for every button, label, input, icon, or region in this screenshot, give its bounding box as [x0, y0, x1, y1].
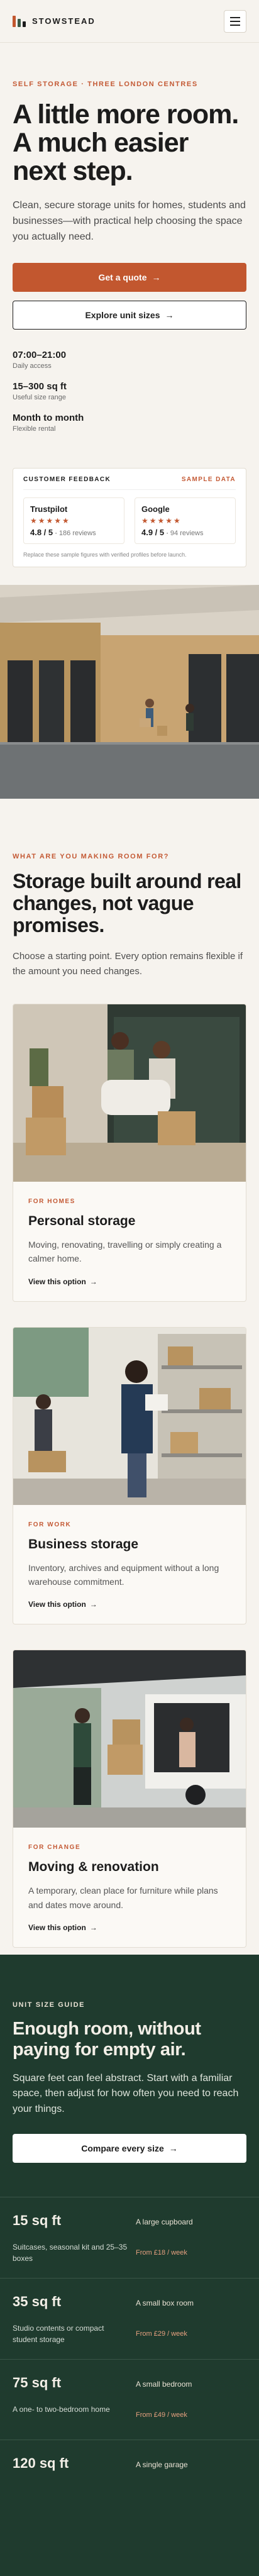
sizes-title: Enough room, without paying for empty ai…	[13, 2019, 201, 2060]
feedback-note: Replace these sample figures with verifi…	[23, 551, 187, 558]
size-description: Studio contents or compact student stora…	[13, 2324, 104, 2345]
view-option-link[interactable]: View this option →	[28, 1923, 231, 1932]
size-price: From £18 / week	[136, 2249, 187, 2257]
personal-storage-card[interactable]: FOR HOMES Personal storage Moving, renov…	[13, 1003, 246, 1302]
card-text: Inventory, archives and equipment withou…	[28, 1562, 219, 1587]
feedback-card: CUSTOMER FEEDBACK SAMPLE DATA Trustpilot…	[13, 467, 246, 567]
size-row-35[interactable]: 35 sq ft Studio contents or compact stud…	[0, 2278, 259, 2359]
size-row-15[interactable]: 15 sq ft Suitcases, seasonal kit and 25–…	[0, 2197, 259, 2278]
feedback-title: CUSTOMER FEEDBACK	[23, 475, 111, 483]
arrow-right-icon: →	[89, 1600, 97, 1609]
stat-access: 07:00–21:00 Daily access	[13, 350, 246, 370]
hero-title: A little more room. A much easier next s…	[13, 99, 239, 187]
arrow-right-icon: →	[89, 1277, 97, 1286]
hero-eyebrow: SELF STORAGE · THREE LONDON CENTRES	[13, 80, 198, 88]
rating-score: 4.8 / 5	[30, 527, 53, 537]
arrow-right-icon: →	[165, 309, 174, 320]
business-storage-card[interactable]: FOR WORK Business storage Inventory, arc…	[13, 1326, 246, 1625]
size-value: 75 sq ft	[13, 2375, 62, 2391]
arrow-right-icon: →	[152, 272, 161, 282]
review-count: 186 reviews	[58, 529, 96, 537]
stat-size-range: 15–300 sq ft Useful size range	[13, 381, 246, 401]
size-description: Suitcases, seasonal kit and 25–35 boxes	[13, 2243, 128, 2263]
size-comparison: A single garage	[136, 2460, 188, 2470]
storage-facility-photo	[0, 584, 259, 799]
card-eyebrow: FOR WORK	[28, 1521, 72, 1528]
hero: SELF STORAGE · THREE LONDON CENTRES A li…	[0, 43, 259, 459]
review-count: 94 reviews	[170, 529, 204, 537]
sizes-eyebrow: UNIT SIZE GUIDE	[13, 2001, 85, 2009]
feedback-sources: Trustpilot ★★★★★ 4.8 / 5 · 186 reviews G…	[23, 497, 236, 544]
card-title: Business storage	[28, 1536, 139, 1552]
size-list: 15 sq ft Suitcases, seasonal kit and 25–…	[0, 2197, 259, 2520]
site-header: STOWSTEAD	[0, 0, 259, 43]
size-row-120[interactable]: 120 sq ft A single garage	[0, 2440, 259, 2520]
feedback-header: CUSTOMER FEEDBACK SAMPLE DATA	[23, 476, 236, 490]
size-price: From £49 / week	[136, 2411, 187, 2419]
needs-title: Storage built around real changes, not v…	[13, 869, 241, 937]
personal-storage-photo	[13, 1004, 246, 1182]
view-option-link[interactable]: View this option →	[28, 1600, 231, 1609]
size-row-75[interactable]: 75 sq ft A one- to two-bedroom home A sm…	[0, 2359, 259, 2440]
stat-value: 15–300 sq ft	[13, 380, 67, 392]
explore-sizes-button[interactable]: Explore unit sizes →	[13, 300, 246, 330]
card-text: Moving, renovating, travelling or simply…	[28, 1239, 222, 1264]
moving-renovation-photo	[13, 1650, 246, 1828]
hero-stats: 07:00–21:00 Daily access 15–300 sq ft Us…	[13, 350, 246, 433]
size-comparison: A small bedroom	[136, 2380, 192, 2389]
size-comparison: A small box room	[136, 2299, 194, 2308]
star-rating-icon: ★★★★★	[141, 516, 182, 525]
get-quote-button[interactable]: Get a quote →	[13, 262, 246, 292]
stat-label: Flexible rental	[13, 425, 56, 433]
star-rating-icon: ★★★★★	[30, 516, 70, 525]
trustpilot-rating[interactable]: Trustpilot ★★★★★ 4.8 / 5 · 186 reviews	[23, 497, 124, 544]
unit-size-guide-section: UNIT SIZE GUIDE Enough room, without pay…	[0, 1955, 259, 2576]
size-value: 120 sq ft	[13, 2455, 69, 2472]
card-eyebrow: FOR CHANGE	[28, 1844, 81, 1852]
size-price: From £29 / week	[136, 2330, 187, 2338]
sample-data-badge: SAMPLE DATA	[181, 475, 236, 483]
card-title: Moving & renovation	[28, 1860, 159, 1875]
arrow-right-icon: →	[168, 2143, 178, 2154]
storage-needs-section: WHAT ARE YOU MAKING ROOM FOR? Storage bu…	[0, 799, 259, 1973]
arrow-right-icon: →	[89, 1923, 97, 1933]
size-description: A one- to two-bedroom home	[13, 2405, 110, 2414]
moving-renovation-card[interactable]: FOR CHANGE Moving & renovation A tempora…	[13, 1650, 246, 1948]
sizes-subtitle: Square feet can feel abstract. Start wit…	[13, 2072, 239, 2115]
google-rating[interactable]: Google ★★★★★ 4.9 / 5 · 94 reviews	[135, 497, 236, 544]
size-value: 35 sq ft	[13, 2294, 62, 2310]
brand-name: STOWSTEAD	[32, 16, 96, 26]
rating-score: 4.9 / 5	[141, 527, 165, 537]
card-title: Personal storage	[28, 1213, 136, 1228]
source-name: Trustpilot	[30, 504, 68, 514]
page: STOWSTEAD SELF STORAGE · THREE LONDON CE…	[0, 0, 259, 2576]
needs-subtitle: Choose a starting point. Every option re…	[13, 951, 243, 977]
hero-subtitle: Clean, secure storage units for homes, s…	[13, 200, 246, 243]
hamburger-icon	[230, 16, 240, 18]
compare-sizes-label: Compare every size	[81, 2143, 164, 2154]
source-name: Google	[141, 504, 170, 514]
stat-value: 07:00–21:00	[13, 349, 67, 360]
stat-value: Month to month	[13, 412, 84, 423]
size-comparison: A large cupboard	[136, 2218, 193, 2227]
stat-label: Useful size range	[13, 393, 66, 401]
needs-eyebrow: WHAT ARE YOU MAKING ROOM FOR?	[13, 852, 170, 860]
explore-sizes-label: Explore unit sizes	[85, 309, 160, 320]
storage-facility-illustration	[0, 584, 259, 799]
get-quote-label: Get a quote	[98, 272, 147, 282]
size-value: 15 sq ft	[13, 2212, 62, 2229]
stat-rental: Month to month Flexible rental	[13, 413, 246, 433]
brand[interactable]: STOWSTEAD	[13, 15, 96, 27]
logo-icon	[13, 15, 26, 27]
card-eyebrow: FOR HOMES	[28, 1197, 75, 1205]
card-text: A temporary, clean place for furniture w…	[28, 1885, 218, 1910]
business-storage-photo	[13, 1327, 246, 1505]
stat-label: Daily access	[13, 362, 52, 370]
view-option-link[interactable]: View this option →	[28, 1277, 231, 1286]
menu-button[interactable]	[224, 9, 246, 33]
compare-sizes-button[interactable]: Compare every size →	[13, 2134, 246, 2163]
